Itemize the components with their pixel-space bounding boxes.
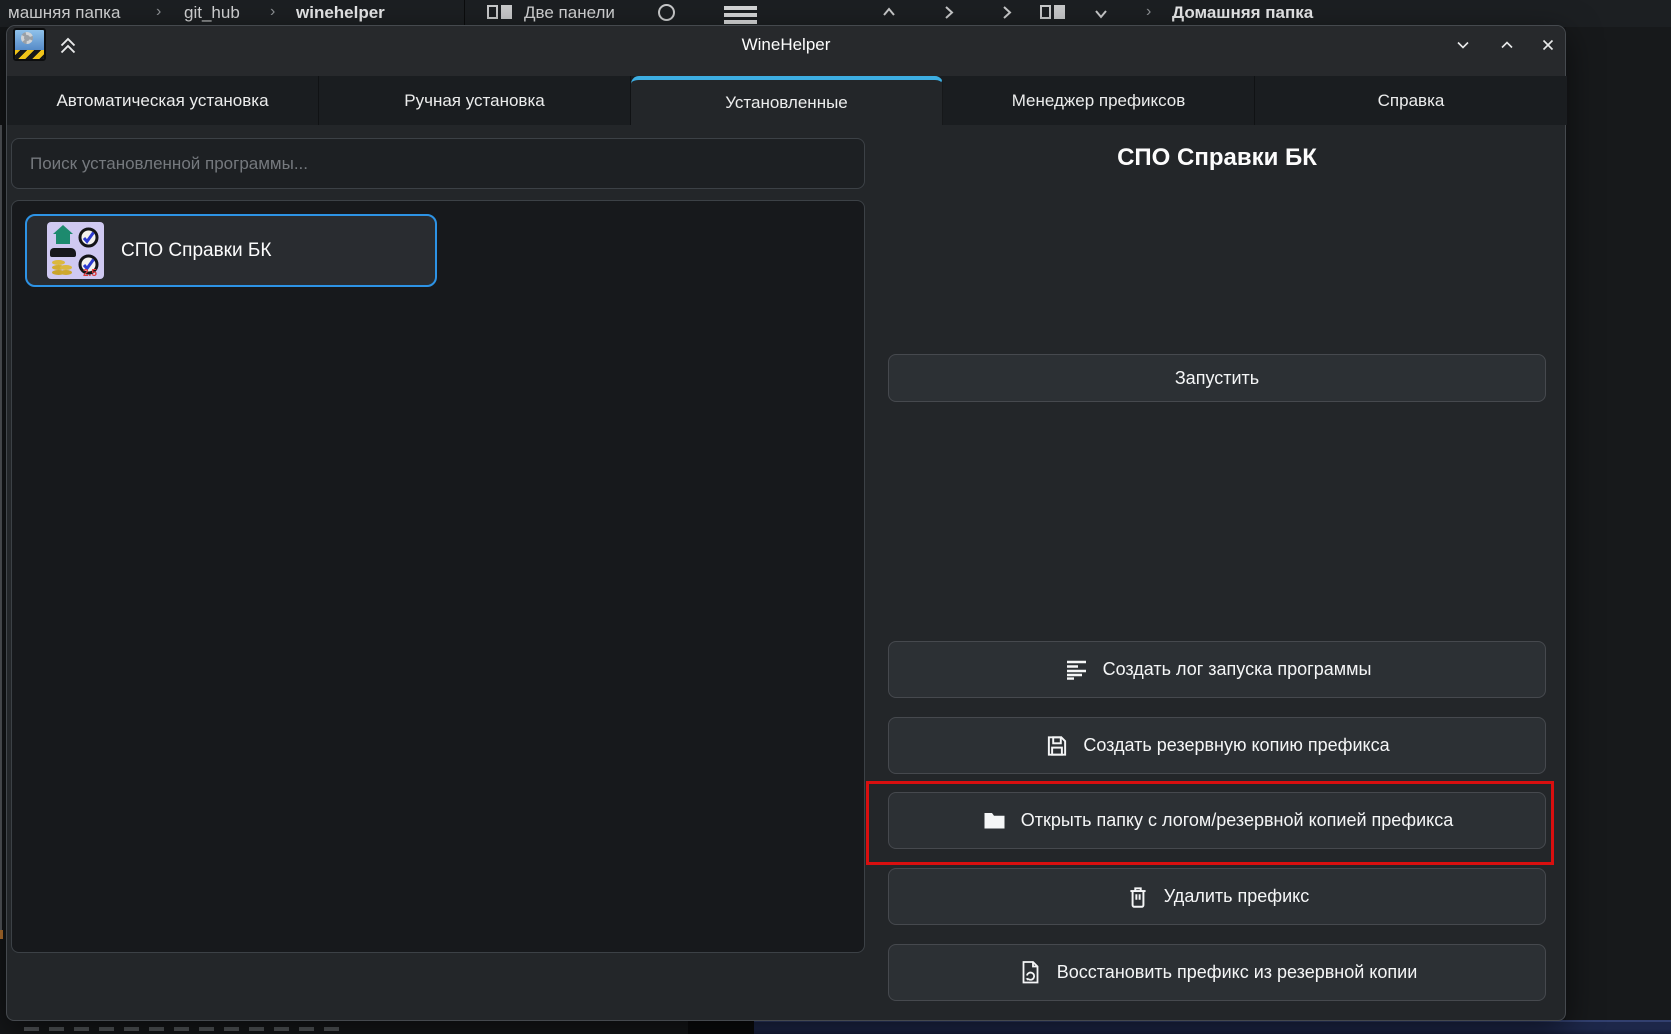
search-icon[interactable] [658,4,675,21]
up-icon[interactable] [880,3,898,21]
clipped-status-text [24,1027,342,1031]
open-folder-button[interactable]: Открыть папку с логом/резервной копией п… [888,792,1546,849]
restore-icon [1017,959,1044,986]
folder-icon [981,807,1008,834]
installed-search [11,138,865,189]
check-clock-icon [78,227,99,248]
delete-prefix-label: Удалить префикс [1164,886,1309,907]
split-view-button[interactable]: Две панели [524,3,615,23]
backup-prefix-button[interactable]: Создать резервную копию префикса [888,717,1546,774]
split-view-icon [487,5,514,20]
tab-manual-install[interactable]: Ручная установка [319,76,631,125]
breadcrumb-chevron-icon: › [156,3,161,21]
breadcrumb-chevron-icon: › [270,3,275,21]
background-statusbar [0,1020,1671,1034]
program-icon: 2.5 [47,222,104,279]
restore-prefix-label: Восстановить префикс из резервной копии [1057,962,1418,983]
background-file-manager-toolbar: машняя папка › git_hub › winehelper Две … [0,0,1671,27]
breadcrumb-home[interactable]: Домашняя папка [1172,3,1313,23]
forward-icon[interactable] [998,3,1016,21]
chevron-down-icon[interactable] [1092,5,1110,23]
open-folder-label: Открыть папку с логом/резервной копией п… [1021,810,1454,831]
tab-auto-install[interactable]: Автоматическая установка [7,76,319,125]
delete-prefix-button[interactable]: Удалить префикс [888,868,1546,925]
save-icon [1044,733,1070,759]
program-detail-panel: СПО Справки БК Запустить Создать лог зап… [867,26,1567,1022]
background-gap [688,1020,754,1034]
run-button[interactable]: Запустить [888,354,1546,402]
background-area [1566,27,1671,1020]
toolbar-divider [464,0,465,27]
menu-icon[interactable] [724,6,757,24]
program-list-item-selected[interactable]: 2.5 СПО Справки БК [25,214,437,287]
trash-icon [1125,884,1151,910]
backup-prefix-label: Создать резервную копию префикса [1083,735,1389,756]
log-icon [1063,656,1090,683]
background-artifact [0,930,3,939]
forward-icon[interactable] [940,3,958,21]
breadcrumb-segment[interactable]: машняя папка [8,3,120,23]
breadcrumb-segment[interactable]: git_hub [184,3,240,23]
detail-title: СПО Справки БК [867,144,1567,172]
program-list: 2.5 СПО Справки БК [11,200,865,953]
run-button-label: Запустить [1175,368,1259,389]
create-log-label: Создать лог запуска программы [1103,659,1372,680]
program-name: СПО Справки БК [121,240,271,262]
winehelper-window: WineHelper Автоматическая установка Ручн… [6,25,1566,1021]
create-log-button[interactable]: Создать лог запуска программы [888,641,1546,698]
breadcrumb-chevron-icon: › [1146,3,1151,21]
breadcrumb-segment-current[interactable]: winehelper [296,3,385,23]
version-badge: 2.5 [83,268,97,279]
view-mode-icon[interactable] [1040,5,1067,20]
restore-prefix-button[interactable]: Восстановить префикс из резервной копии [888,944,1546,1001]
search-input[interactable] [12,139,864,188]
background-taskbar [754,1020,1671,1034]
background-panel-edge [0,125,2,935]
